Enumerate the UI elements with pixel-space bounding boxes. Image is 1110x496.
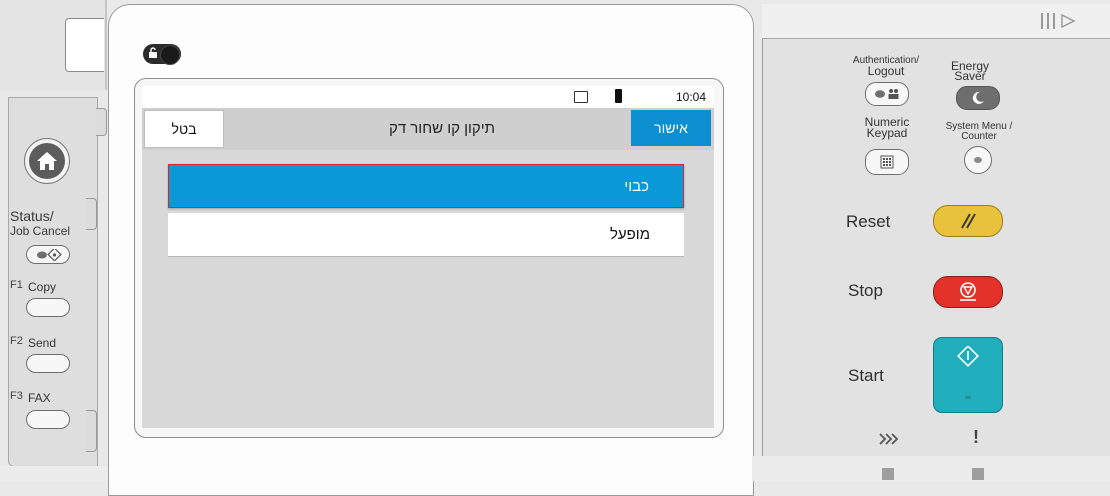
logout-label: Logout bbox=[867, 64, 905, 78]
battery-icon bbox=[615, 89, 622, 103]
moon-icon bbox=[972, 91, 984, 104]
system-menu-counter-button[interactable] bbox=[964, 146, 992, 174]
attention-indicator-icon: ! bbox=[973, 427, 979, 447]
toggle-knob bbox=[160, 45, 180, 65]
option-on[interactable]: מופעל bbox=[168, 213, 684, 257]
reset-button[interactable] bbox=[933, 205, 1003, 237]
copy-label: Copy bbox=[28, 280, 57, 294]
keypad-icon bbox=[880, 155, 894, 169]
start-button[interactable] bbox=[933, 337, 1003, 413]
touch-screen: 10:04 בטל תיקון קו שחור דק אישור כבוי מו… bbox=[142, 86, 714, 428]
f2-key-label: F2 bbox=[10, 335, 23, 347]
card-slot bbox=[65, 18, 104, 72]
system-menu-icon bbox=[974, 157, 982, 163]
user-icon bbox=[875, 89, 899, 99]
authentication-logout-button[interactable] bbox=[865, 82, 909, 106]
send-label: Send bbox=[28, 336, 57, 350]
cast-icon bbox=[574, 91, 588, 103]
option-label: מופעל bbox=[609, 226, 650, 243]
panel-lock-toggle[interactable] bbox=[143, 44, 181, 65]
reset-label: Reset bbox=[846, 212, 891, 231]
panel-foot bbox=[972, 468, 984, 480]
fax-button[interactable] bbox=[26, 410, 70, 429]
energy-saver-button[interactable] bbox=[956, 86, 1000, 110]
status-icon bbox=[37, 248, 62, 261]
start-led bbox=[965, 396, 971, 399]
left-panel-base bbox=[0, 466, 110, 481]
left-panel-tab bbox=[86, 198, 97, 230]
fax-label: FAX bbox=[28, 391, 51, 405]
right-panel-base bbox=[752, 456, 1110, 481]
left-panel-tab bbox=[96, 108, 107, 136]
page-title: תיקון קו שחור דק bbox=[388, 120, 496, 137]
option-label: כבוי bbox=[624, 177, 649, 195]
home-icon bbox=[29, 143, 65, 179]
panel-foot bbox=[882, 468, 894, 480]
status-label: Status/ bbox=[10, 208, 54, 224]
cancel-button[interactable]: בטל bbox=[144, 110, 224, 148]
send-button[interactable] bbox=[26, 354, 70, 373]
job-cancel-label-text: Job Cancel bbox=[10, 224, 71, 238]
copy-button[interactable] bbox=[26, 298, 70, 317]
status-job-cancel-button[interactable] bbox=[26, 245, 70, 264]
status-bar bbox=[142, 86, 714, 108]
lock-icon bbox=[148, 47, 158, 62]
counter-label: Counter bbox=[961, 131, 997, 142]
stop-icon bbox=[960, 282, 976, 301]
reset-icon bbox=[961, 213, 976, 229]
stop-label: Stop bbox=[848, 281, 883, 300]
stop-button[interactable] bbox=[933, 276, 1003, 308]
ok-button[interactable]: אישור bbox=[631, 110, 711, 146]
option-off[interactable]: כבוי bbox=[168, 164, 684, 208]
clock: 10:04 bbox=[675, 90, 706, 104]
f1-key-label: F1 bbox=[10, 279, 23, 291]
keypad-label: Keypad bbox=[866, 126, 908, 140]
numeric-keypad-button[interactable] bbox=[865, 149, 909, 175]
saver-label: Saver bbox=[954, 69, 986, 83]
start-icon bbox=[957, 346, 979, 368]
f3-key-label: F3 bbox=[10, 390, 23, 402]
processing-indicator-icon bbox=[878, 432, 900, 451]
start-label: Start bbox=[848, 366, 884, 385]
collapse-handle-icon[interactable] bbox=[1040, 12, 1090, 33]
left-panel-tab bbox=[86, 410, 97, 452]
home-button[interactable] bbox=[24, 138, 70, 184]
